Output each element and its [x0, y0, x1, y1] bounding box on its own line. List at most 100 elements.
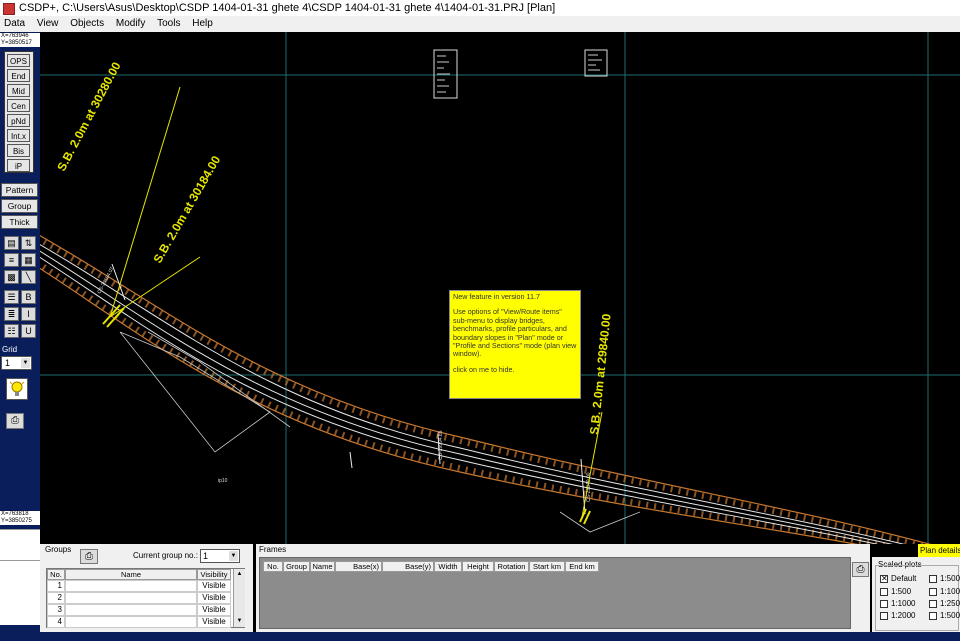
col-start-km: Start km: [529, 561, 565, 572]
snap-bis-button[interactable]: Bis: [7, 144, 30, 157]
table-row-visibility[interactable]: Visible: [197, 580, 231, 592]
legend-frame-1: [433, 49, 458, 99]
group-button[interactable]: Group: [1, 199, 38, 213]
coordinate-readout-bottom: X=763818 Y=3850275: [0, 511, 40, 525]
tooltip-heading: New feature in version 11.7: [453, 292, 540, 301]
table-row-name[interactable]: [65, 580, 197, 592]
menu-data[interactable]: Data: [4, 18, 25, 29]
sb-label-30184: S.B. 2.0m at 30184.00: [150, 153, 223, 265]
app-icon: [3, 3, 15, 15]
tooltip-hide-hint: click on me to hide.: [453, 364, 515, 374]
groups-panel: Groups ⎙ Current group no.: 1 ▼ No. Name…: [40, 544, 253, 641]
plan-canvas[interactable]: CS-30184.07 CS-29994.85 CS-29840.00 ip10…: [40, 32, 960, 544]
table-row-name[interactable]: [65, 604, 197, 616]
plot-checkbox[interactable]: [880, 600, 888, 608]
col-base-x: Base(x): [335, 561, 382, 572]
grid-select[interactable]: 1 ▼: [1, 356, 32, 370]
plot-default-checkbox[interactable]: ✕: [880, 575, 888, 583]
sort-icon[interactable]: ⇅: [21, 236, 36, 250]
scroll-up-icon[interactable]: ▲: [235, 570, 244, 579]
plot-checkbox[interactable]: [929, 588, 937, 596]
plot-checkbox[interactable]: [929, 612, 937, 620]
table-row-no[interactable]: 3: [47, 604, 65, 616]
col-width: Width: [434, 561, 462, 572]
plot-checkbox[interactable]: [929, 575, 937, 583]
plot-label: 1:500: [891, 587, 912, 596]
plot-label: 1:500: [940, 574, 960, 583]
justify-icon[interactable]: ☷: [4, 324, 19, 338]
frames-table[interactable]: No. Group Name Base(x) Base(y) Width Hei…: [259, 557, 851, 629]
plot-checkbox[interactable]: [880, 612, 888, 620]
lightbulb-icon[interactable]: [6, 378, 28, 400]
plot-checkbox[interactable]: [929, 600, 937, 608]
current-group-label: Current group no.:: [133, 551, 198, 560]
frames-print-icon[interactable]: ⎙: [852, 562, 869, 577]
coord-y: Y=3850517: [1, 40, 32, 46]
chainage-label-2: CS-29994.85: [438, 430, 444, 460]
table-row-no[interactable]: 1: [47, 580, 65, 592]
coord-y-bottom: Y=3850275: [1, 518, 32, 524]
align-icon[interactable]: ☰: [4, 290, 19, 304]
plot-default-label: Default: [891, 574, 917, 583]
table-row-visibility[interactable]: Visible: [197, 592, 231, 604]
print-icon[interactable]: ▤: [4, 236, 19, 250]
left-toolbar: X=763946 Y=3850517 OPS End Mid Cen pNd I…: [0, 32, 40, 641]
bold-icon[interactable]: B: [21, 290, 36, 304]
indent-icon[interactable]: ≣: [4, 307, 19, 321]
table-row-name[interactable]: [65, 592, 197, 604]
plot-label: 1:1000: [940, 587, 960, 596]
snap-cen-button[interactable]: Cen: [7, 99, 30, 112]
table-row-visibility[interactable]: Visible: [197, 604, 231, 616]
table-row-no[interactable]: 2: [47, 592, 65, 604]
sb-label-30280: S.B. 2.0m at 30280.00: [54, 59, 124, 173]
table-row-no[interactable]: 4: [47, 616, 65, 628]
coord-x: X=763946: [1, 33, 29, 39]
plan-details-tab[interactable]: Plan details: [918, 544, 960, 557]
grid-lines: [40, 32, 960, 544]
plot-label: 1:2000: [891, 611, 916, 620]
frames-title: Frames: [259, 545, 287, 554]
printer-icon[interactable]: ⎙: [6, 413, 24, 429]
menu-view[interactable]: View: [37, 18, 59, 29]
frames-panel: Frames No. Group Name Base(x) Base(y) Wi…: [256, 544, 870, 641]
thick-button[interactable]: Thick: [1, 215, 38, 229]
table-row-visibility[interactable]: Visible: [197, 616, 231, 628]
italic-icon[interactable]: I: [21, 307, 36, 321]
menu-tools[interactable]: Tools: [157, 18, 180, 29]
table-icon[interactable]: ▦: [21, 253, 36, 267]
snap-mid-button[interactable]: Mid: [7, 84, 30, 97]
underline-icon[interactable]: U: [21, 324, 36, 338]
scaled-plots-panel: Scaled plots ✕ Default 1:500 1:500 1:100…: [872, 557, 960, 641]
col-base-y: Base(y): [382, 561, 434, 572]
menu-help[interactable]: Help: [192, 18, 213, 29]
groups-scrollbar[interactable]: ▲ ▼: [233, 569, 245, 627]
snap-pnd-button[interactable]: pNd: [7, 114, 30, 127]
scroll-down-icon[interactable]: ▼: [235, 617, 244, 626]
groups-print-icon[interactable]: ⎙: [80, 549, 98, 564]
tooltip-body: Use options of "View/Route items" sub-me…: [453, 307, 577, 359]
new-feature-tooltip[interactable]: New feature in version 11.7 Use options …: [449, 290, 581, 399]
plot-checkbox[interactable]: [880, 588, 888, 596]
menu-objects[interactable]: Objects: [70, 18, 104, 29]
current-group-select[interactable]: 1 ▼: [200, 549, 240, 563]
coordinate-readout-top: X=763946 Y=3850517: [0, 33, 40, 47]
title-bar: CSDP+, C:\Users\Asus\Desktop\CSDP 1404-0…: [0, 0, 960, 16]
table-row-name[interactable]: [65, 616, 197, 628]
line-icon[interactable]: ╲: [21, 270, 36, 284]
col-group: Group: [283, 561, 310, 572]
grid-icon[interactable]: ▩: [4, 270, 19, 284]
chevron-down-icon: ▼: [229, 551, 238, 561]
col-no: No.: [47, 569, 65, 580]
menu-modify[interactable]: Modify: [116, 18, 145, 29]
ip-label: ip10: [218, 478, 228, 484]
snap-intx-button[interactable]: Int.x: [7, 129, 30, 142]
pattern-button[interactable]: Pattern: [1, 183, 38, 197]
snap-end-button[interactable]: End: [7, 69, 30, 82]
col-end-km: End km: [565, 561, 599, 572]
col-no: No.: [263, 561, 283, 572]
snap-ops-button[interactable]: OPS: [7, 54, 30, 67]
plot-label: 1:1000: [891, 599, 916, 608]
list-icon[interactable]: ≡: [4, 253, 19, 267]
status-strip: [40, 632, 960, 641]
snap-ip-button[interactable]: iP: [7, 159, 30, 172]
